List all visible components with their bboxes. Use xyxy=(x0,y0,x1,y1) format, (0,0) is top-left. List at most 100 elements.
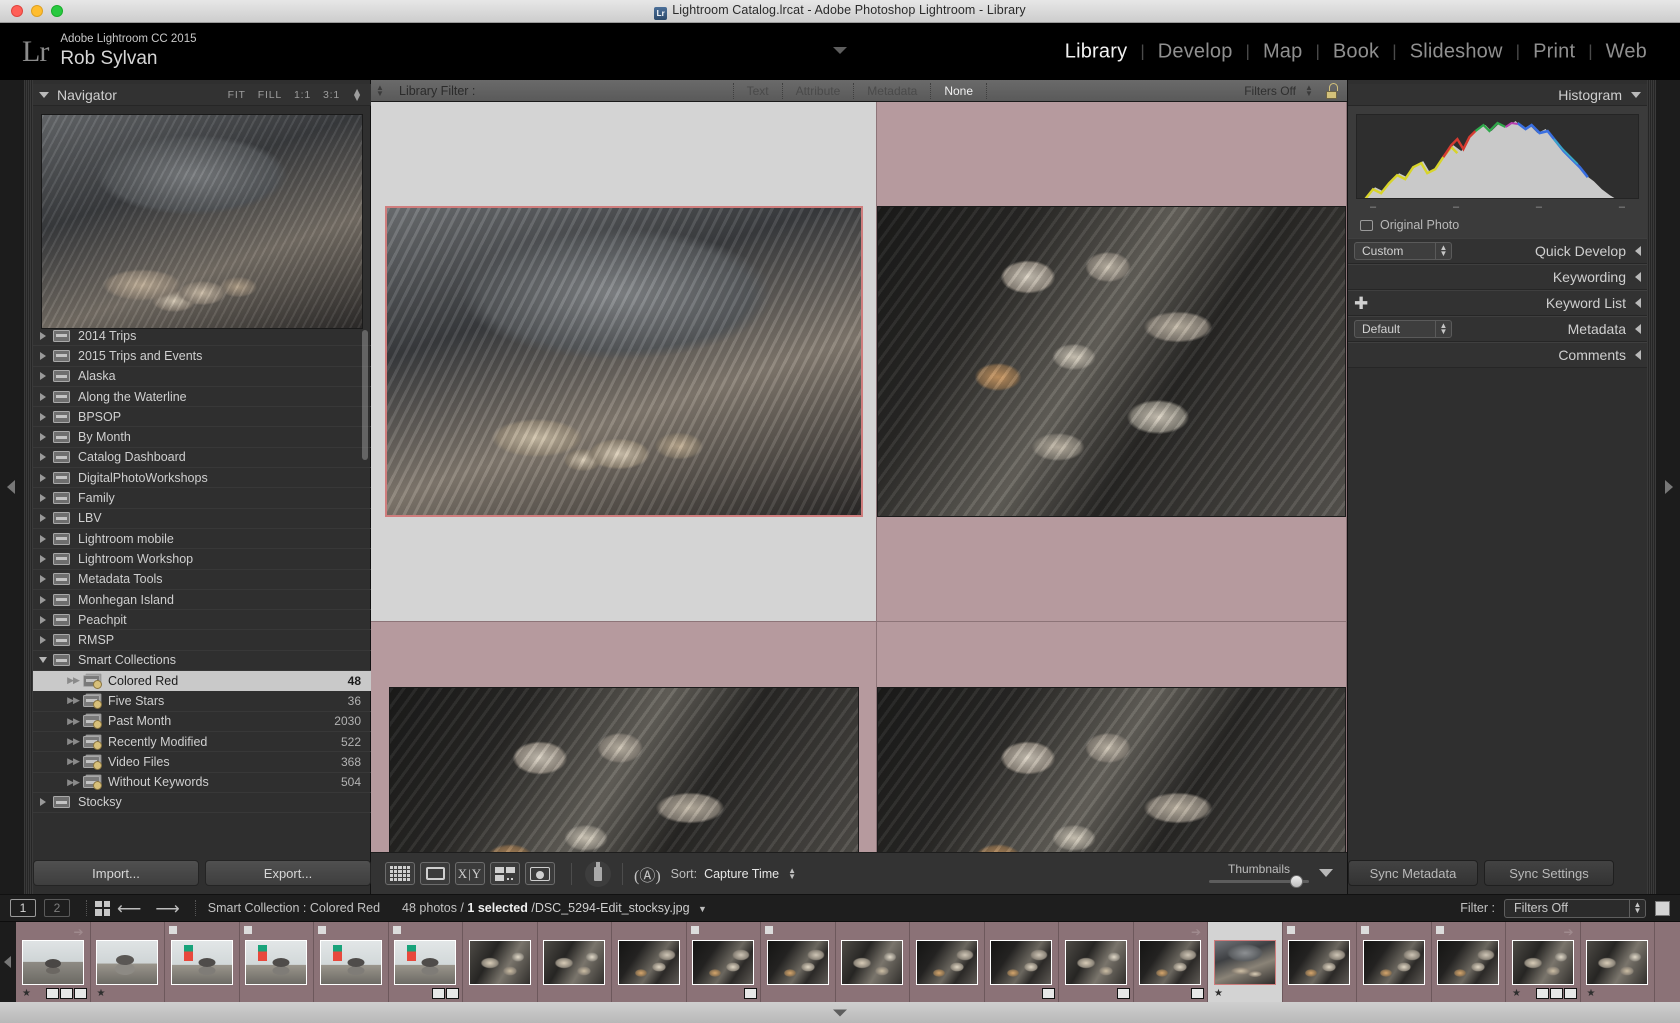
toolbar-chevron-down-icon[interactable] xyxy=(1319,869,1333,877)
filmstrip-cell-11[interactable] xyxy=(761,922,836,1002)
filmstrip-cell-20[interactable] xyxy=(1431,922,1506,1002)
twisty[interactable]: ▶▶ xyxy=(63,695,83,706)
thumbnail-size-slider[interactable]: Thumbnails xyxy=(1209,862,1309,888)
filter-select[interactable]: Filters Off ▲ ▼ xyxy=(1504,898,1646,918)
filmstrip-cell-7[interactable] xyxy=(463,922,538,1002)
twisty[interactable] xyxy=(33,636,53,645)
disclosure-triangle-icon[interactable] xyxy=(1631,91,1641,98)
filmstrip-thumbnail[interactable] xyxy=(692,939,755,985)
expand-triangle-icon[interactable] xyxy=(40,433,46,442)
twisty[interactable] xyxy=(33,514,53,523)
filmstrip-cell-8[interactable] xyxy=(537,922,612,1002)
zoom-stepper-icon[interactable]: ▲ ▼ xyxy=(352,86,363,103)
module-map[interactable]: Map xyxy=(1250,40,1316,63)
unsaved-metadata-badge-icon[interactable] xyxy=(690,926,699,934)
expand-triangle-icon[interactable] xyxy=(40,554,46,563)
filmstrip-thumbnail[interactable] xyxy=(319,939,382,985)
collection-row-past-month[interactable]: ▶▶ Past Month 2030 xyxy=(33,712,371,732)
right-panel-edge[interactable] xyxy=(1656,80,1680,894)
twisty[interactable] xyxy=(33,331,53,340)
grid-cell-3[interactable] xyxy=(371,622,877,852)
right-panel-collapse-arrow[interactable] xyxy=(1665,480,1673,494)
collection-row-catalog-dashboard[interactable]: Catalog Dashboard xyxy=(33,448,371,469)
zoom-level-3-1[interactable]: 3:1 xyxy=(323,89,340,101)
navigator-header[interactable]: Navigator FIT FILL 1:1 3:1 ▲ ▼ xyxy=(33,84,371,106)
filmstrip-thumbnail[interactable] xyxy=(543,939,606,985)
expand-triangle-icon[interactable] xyxy=(40,473,46,482)
filmstrip-cell-21[interactable]: ➔ ★ xyxy=(1506,922,1581,1002)
filmstrip-left-edge[interactable] xyxy=(0,922,16,1002)
filmstrip-cell-15[interactable] xyxy=(1059,922,1134,1002)
collection-row-lbv[interactable]: LBV xyxy=(33,509,371,529)
identity-plate[interactable]: Adobe Lightroom CC 2015 Rob Sylvan xyxy=(60,33,196,69)
filmstrip[interactable]: ➔ ★ ★ ➔ ★ ➔ ★ ★ xyxy=(0,922,1680,1002)
filters-state-stepper-icon[interactable]: ▲ ▼ xyxy=(1302,83,1316,97)
collection-row-lightroom-mobile[interactable]: Lightroom mobile xyxy=(33,529,371,550)
collection-row-without-keywords[interactable]: ▶▶ Without Keywords 504 xyxy=(33,773,371,793)
filename-chevron-down-icon[interactable]: ▼ xyxy=(698,904,707,914)
collection-row-2014-trips[interactable]: 2014 Trips xyxy=(33,326,371,347)
expand-triangle-icon[interactable] xyxy=(40,331,46,340)
collection-row-monhegan-island[interactable]: Monhegan Island xyxy=(33,590,371,611)
thumbnail-slider-track[interactable] xyxy=(1209,875,1309,888)
left-panel-collapse-arrow[interactable] xyxy=(7,480,15,494)
unlocked-padlock-icon[interactable] xyxy=(1324,82,1339,99)
filmstrip-cell-10[interactable] xyxy=(686,922,761,1002)
filter-stepper-icon[interactable]: ▲ ▼ xyxy=(1629,899,1645,917)
filmstrip-toggle-button[interactable] xyxy=(1655,900,1670,916)
keyword-list-panel[interactable]: ✚ Keyword List xyxy=(1348,290,1647,316)
export-button[interactable]: Export... xyxy=(205,860,371,886)
disclosure-triangle-icon[interactable] xyxy=(1635,350,1641,360)
zoom-level-FIT[interactable]: FIT xyxy=(228,89,246,101)
twisty[interactable]: ▶▶ xyxy=(63,716,83,727)
disclosure-triangle-icon[interactable] xyxy=(1635,246,1641,256)
top-panel-collapse-arrow[interactable] xyxy=(833,47,847,54)
stepper-icon[interactable]: ▲ ▼ xyxy=(1435,321,1451,337)
filmstrip-thumbnail[interactable] xyxy=(394,939,457,985)
collection-row-alaska[interactable]: Alaska xyxy=(33,367,371,387)
filmstrip-thumbnail[interactable] xyxy=(1064,939,1127,985)
az-sort-icon[interactable]: (Ⓐ) xyxy=(634,862,661,886)
twisty[interactable]: ▶▶ xyxy=(63,675,83,686)
left-panel-grip[interactable] xyxy=(24,80,33,894)
filmstrip-thumbnail[interactable] xyxy=(1139,939,1202,985)
filmstrip-cell-18[interactable] xyxy=(1282,922,1357,1002)
expand-triangle-icon[interactable] xyxy=(40,534,46,543)
twisty[interactable]: ▶▶ xyxy=(63,756,83,767)
stepper-icon[interactable]: ▲ ▼ xyxy=(1435,243,1451,259)
compare-view-button[interactable]: X|Y xyxy=(455,862,485,885)
import-button[interactable]: Import... xyxy=(33,860,199,886)
twisty[interactable] xyxy=(33,372,53,381)
module-web[interactable]: Web xyxy=(1593,40,1660,63)
navigator-preview[interactable] xyxy=(41,114,363,329)
twisty[interactable]: ▶▶ xyxy=(63,736,83,747)
expand-triangle-icon[interactable] xyxy=(40,494,46,503)
original-photo-row[interactable]: Original Photo xyxy=(1356,213,1639,234)
filmstrip-bottom-edge[interactable] xyxy=(0,1002,1680,1023)
twisty[interactable] xyxy=(33,554,53,563)
expand-triangle-icon[interactable] xyxy=(40,798,46,807)
expand-triangle-icon[interactable] xyxy=(40,392,46,401)
sort-stepper-icon[interactable]: ▲ ▼ xyxy=(785,866,799,880)
quick-develop-panel[interactable]: Custom ▲ ▼ Quick Develop xyxy=(1348,238,1647,264)
collection-row-recently-modified[interactable]: ▶▶ Recently Modified 522 xyxy=(33,732,371,753)
metadata-panel[interactable]: Default ▲ ▼ Metadata xyxy=(1348,316,1647,342)
unsaved-metadata-badge-icon[interactable] xyxy=(1286,926,1295,934)
navigator-zoom-levels[interactable]: FIT FILL 1:1 3:1 ▲ ▼ xyxy=(228,86,371,103)
filmstrip-thumbnail[interactable] xyxy=(1362,939,1425,985)
filmstrip-thumbnail[interactable] xyxy=(468,939,531,985)
collapse-triangle-icon[interactable] xyxy=(39,657,47,664)
collection-row-metadata-tools[interactable]: Metadata Tools xyxy=(33,570,371,590)
filmstrip-cell-22[interactable]: ★ xyxy=(1580,922,1655,1002)
unsaved-metadata-badge-icon[interactable] xyxy=(243,926,252,934)
grid-cell-2[interactable] xyxy=(877,102,1347,622)
zoom-level-1-1[interactable]: 1:1 xyxy=(294,89,311,101)
collection-row-2015-trips-and-events[interactable]: 2015 Trips and Events xyxy=(33,346,371,367)
library-filter-tab-none[interactable]: None xyxy=(930,82,986,99)
collection-row-video-files[interactable]: ▶▶ Video Files 368 xyxy=(33,752,371,773)
filmstrip-cell-6[interactable] xyxy=(388,922,463,1002)
grid-view-button[interactable] xyxy=(385,862,415,885)
page-button-2[interactable]: 2 xyxy=(44,899,70,917)
filmstrip-thumbnail[interactable] xyxy=(841,939,904,985)
disclosure-triangle-icon[interactable] xyxy=(1635,324,1641,334)
